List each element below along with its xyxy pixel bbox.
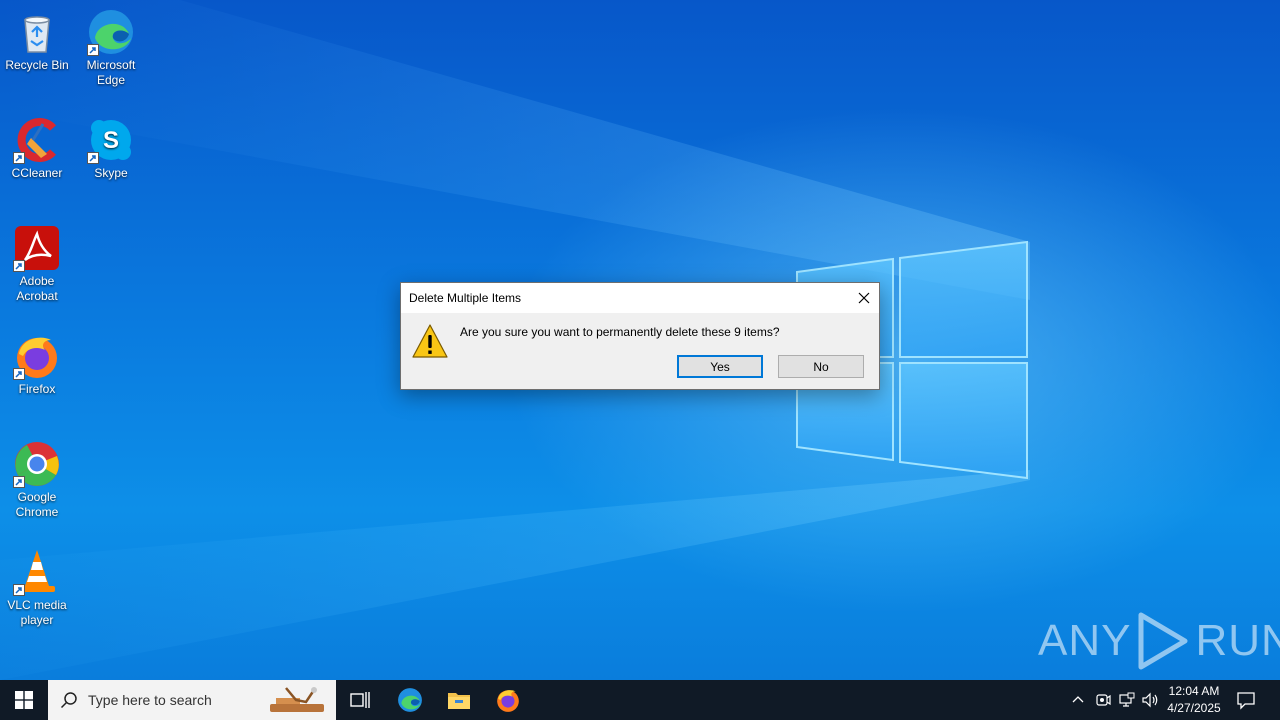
- shortcut-arrow-icon: [87, 152, 99, 164]
- taskbar-file-explorer-button[interactable]: [435, 680, 483, 720]
- watermark-text-right: RUN: [1195, 616, 1280, 665]
- desktop-icon-label: Google: [17, 490, 57, 504]
- firefox-icon: [497, 690, 519, 712]
- shortcut-arrow-icon: [13, 476, 25, 488]
- shortcut-arrow-icon: [13, 368, 25, 380]
- desktop-icon-label: CCleaner: [11, 166, 63, 180]
- desktop-icon-adobe-acrobat[interactable]: Adobe Acrobat: [0, 224, 74, 304]
- search-highlight-icon: [270, 687, 324, 712]
- task-view-icon: [350, 692, 370, 708]
- ccleaner-icon: [13, 116, 61, 164]
- watermark-text-left: ANY: [1038, 616, 1132, 665]
- edge-icon: [87, 8, 135, 56]
- clock-time: 12:04 AM: [1168, 684, 1220, 698]
- desktop-icon-label: Adobe: [19, 274, 55, 288]
- desktop-icon-skype[interactable]: S Skype: [74, 116, 148, 181]
- skype-icon: S: [87, 116, 135, 164]
- chrome-icon: [13, 440, 61, 488]
- notification-center-icon[interactable]: [1236, 690, 1256, 710]
- shortcut-arrow-icon: [87, 44, 99, 56]
- desktop-icon-vlc-media-player[interactable]: VLC media player: [0, 548, 74, 628]
- network-icon[interactable]: [1119, 692, 1135, 708]
- chevron-up-icon[interactable]: [1071, 692, 1085, 708]
- file-explorer-icon: [448, 693, 470, 709]
- meet-now-icon[interactable]: [1095, 692, 1111, 708]
- desktop-icon-label: Firefox: [18, 382, 56, 396]
- svg-text:S: S: [103, 127, 119, 154]
- shortcut-arrow-icon: [13, 584, 25, 596]
- taskbar: Type here to search 12:04 AM 4/27/2025: [0, 680, 1280, 720]
- dialog-titlebar[interactable]: Delete Multiple Items: [401, 283, 879, 313]
- edge-icon: [398, 688, 422, 712]
- desktop-icon-label-line2: Acrobat: [16, 289, 58, 303]
- desktop-icon-recycle-bin[interactable]: Recycle Bin: [0, 8, 74, 73]
- search-icon: [60, 692, 77, 709]
- desktop-icon-label-line2: player: [20, 613, 54, 627]
- desktop-icon-label: Recycle Bin: [5, 58, 69, 72]
- taskbar-search-box[interactable]: Type here to search: [48, 680, 336, 720]
- recycle-bin-icon: [13, 8, 61, 56]
- desktop-icon-microsoft-edge[interactable]: Microsoft Edge: [74, 8, 148, 88]
- firefox-icon: [13, 332, 61, 380]
- warning-icon: [411, 323, 449, 359]
- close-icon: [858, 292, 870, 304]
- play-triangle-icon: [1138, 612, 1188, 670]
- vlc-icon: [13, 548, 61, 596]
- taskbar-clock[interactable]: 12:04 AM 4/27/2025: [1158, 683, 1230, 717]
- desktop-icon-label-line2: Edge: [96, 73, 126, 87]
- desktop-icon-label: VLC media: [7, 598, 67, 612]
- shortcut-arrow-icon: [13, 152, 25, 164]
- desktop-icon-label: Skype: [94, 166, 128, 180]
- dialog-title: Delete Multiple Items: [409, 291, 522, 305]
- desktop-icon-google-chrome[interactable]: Google Chrome: [0, 440, 74, 520]
- search-placeholder: Type here to search: [88, 692, 212, 708]
- desktop-icon-firefox[interactable]: Firefox: [0, 332, 74, 397]
- task-view-button[interactable]: [336, 680, 384, 720]
- taskbar-edge-button[interactable]: [386, 680, 434, 720]
- clock-date: 4/27/2025: [1167, 701, 1221, 715]
- windows-logo-icon: [15, 691, 33, 709]
- dialog-message: Are you sure you want to permanently del…: [460, 325, 780, 339]
- desktop-icon-ccleaner[interactable]: CCleaner: [0, 116, 74, 181]
- anyrun-watermark: ANY RUN: [1038, 610, 1280, 672]
- delete-confirmation-dialog: Delete Multiple Items Are you sure you w…: [400, 282, 880, 390]
- no-button[interactable]: No: [778, 355, 864, 378]
- dialog-close-button[interactable]: [849, 283, 879, 313]
- start-button[interactable]: [0, 680, 48, 720]
- acrobat-icon: [13, 224, 61, 272]
- desktop-icon-label-line2: Chrome: [15, 505, 59, 519]
- taskbar-firefox-button[interactable]: [484, 680, 532, 720]
- yes-button[interactable]: Yes: [677, 355, 763, 378]
- desktop-icon-label: Microsoft: [86, 58, 136, 72]
- shortcut-arrow-icon: [13, 260, 25, 272]
